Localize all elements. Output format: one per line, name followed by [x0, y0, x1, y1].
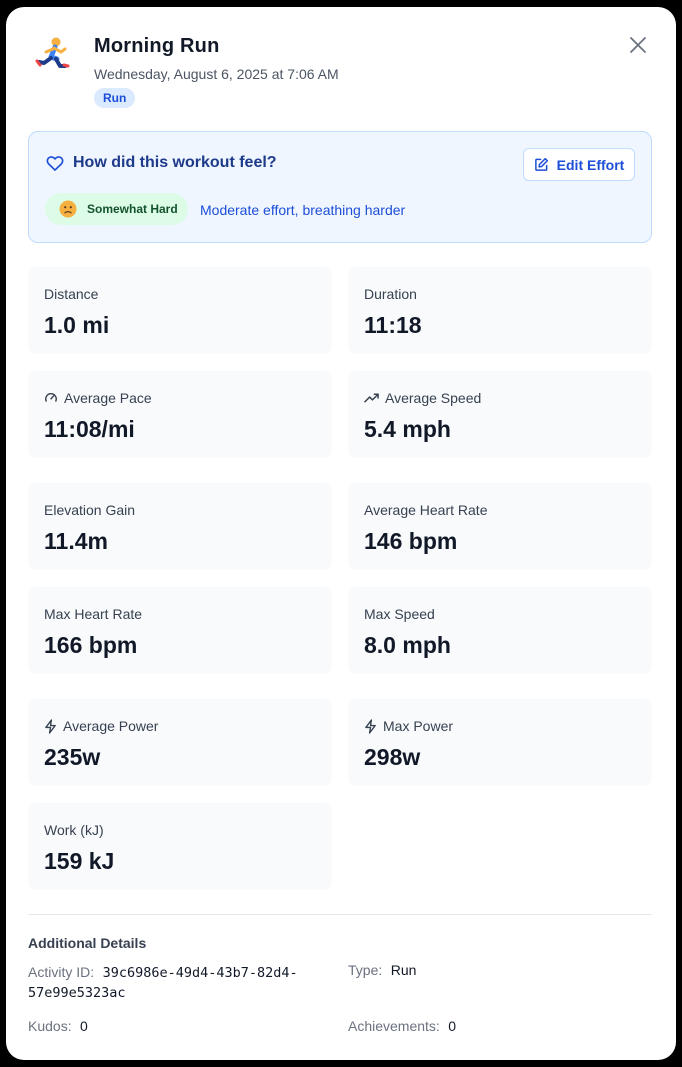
activity-type-badge: Run [94, 88, 136, 108]
activity-title: Morning Run [94, 35, 220, 57]
heart-icon [46, 156, 64, 171]
stat-label: Elevation Gain [44, 502, 136, 518]
stat-max-heart-rate: Max Heart Rate 166 bpm [28, 587, 332, 674]
stat-distance: Distance 1.0 mi [28, 267, 332, 354]
effort-panel: How did this workout feel? Edit Effort S… [28, 131, 652, 243]
additional-details-title: Additional Details [28, 935, 147, 951]
effort-question: How did this workout feel? [45, 153, 277, 173]
stat-value: 11:18 [364, 312, 422, 338]
effort-level-label: Somewhat Hard [87, 202, 178, 216]
detail-achievements: Achievements: 0 [348, 1018, 456, 1036]
effort-question-text: How did this workout feel? [73, 154, 277, 171]
stat-label-row: Average Speed [364, 390, 481, 406]
kudos-label: Kudos: [28, 1018, 72, 1034]
stat-duration: Duration 11:18 [348, 267, 652, 354]
stat-value: 1.0 mi [44, 312, 110, 338]
stat-average-speed: Average Speed 5.4 mph [348, 371, 652, 458]
trending-up-icon [364, 393, 379, 403]
activity-header: Morning Run Wednesday, August 6, 2025 at… [28, 31, 654, 121]
stat-value: 11:08/mi [44, 416, 135, 442]
stat-label: Average Speed [385, 390, 482, 406]
edit-effort-button[interactable]: Edit Effort [523, 148, 635, 181]
achievements-label: Achievements: [348, 1018, 440, 1034]
kudos-value: 0 [80, 1018, 88, 1034]
stat-label: Average Power [63, 718, 159, 734]
stat-value: 5.4 mph [364, 416, 451, 442]
stat-value: 8.0 mph [364, 632, 451, 658]
activity-id-value-line1: 39c6986e-49d4-43b7-82d4- [102, 965, 298, 981]
stat-label: Duration [364, 286, 417, 302]
stat-label-row: Max Power [364, 718, 453, 734]
stat-value: 235w [44, 744, 101, 770]
stat-label: Max Speed [364, 606, 435, 622]
stat-label: Average Heart Rate [364, 502, 488, 518]
activity-modal: Morning Run Wednesday, August 6, 2025 at… [6, 7, 676, 1060]
frowning-face-icon [59, 200, 77, 218]
stat-label: Distance [44, 286, 99, 302]
stat-label: Max Power [383, 718, 454, 734]
edit-icon [534, 157, 548, 171]
type-label: Type: [348, 962, 383, 978]
stat-value: 11.4m [44, 528, 108, 554]
detail-kudos: Kudos: 0 [28, 1018, 88, 1036]
effort-level-pill: Somewhat Hard [45, 193, 188, 225]
activity-id-value-line2: 57e99e5323ac [28, 985, 126, 1001]
stat-value: 298w [364, 744, 421, 770]
stat-label-row: Average Pace [44, 390, 152, 406]
stat-value: 159 kJ [44, 848, 115, 874]
lightning-icon [45, 718, 56, 734]
close-button[interactable] [626, 33, 650, 57]
close-icon [630, 37, 646, 53]
detail-activity-id: Activity ID: 39c6986e-49d4-43b7-82d4- 57… [28, 962, 328, 1003]
stat-label: Work (kJ) [44, 822, 104, 838]
activity-id-label: Activity ID: [28, 964, 95, 980]
lightning-icon [365, 718, 376, 734]
stat-max-power: Max Power 298w [348, 699, 652, 786]
section-divider [28, 914, 652, 915]
stat-label-row: Average Power [44, 718, 158, 734]
detail-type: Type: Run [348, 962, 416, 980]
edit-effort-label: Edit Effort [556, 156, 625, 173]
activity-datetime: Wednesday, August 6, 2025 at 7:06 AM [94, 66, 339, 82]
runner-icon [34, 35, 74, 75]
stat-max-speed: Max Speed 8.0 mph [348, 587, 652, 674]
stat-value: 146 bpm [364, 528, 458, 554]
stat-average-power: Average Power 235w [28, 699, 332, 786]
effort-description: Moderate effort, breathing harder [200, 202, 406, 218]
stat-value: 166 bpm [44, 632, 138, 658]
stat-label: Average Pace [64, 390, 152, 406]
stat-work: Work (kJ) 159 kJ [28, 803, 332, 890]
gauge-icon [45, 393, 57, 402]
achievements-value: 0 [448, 1018, 457, 1034]
stat-average-pace: Average Pace 11:08/mi [28, 371, 332, 458]
stat-average-heart-rate: Average Heart Rate 146 bpm [348, 483, 652, 570]
type-value: Run [390, 962, 417, 978]
stat-elevation-gain: Elevation Gain 11.4m [28, 483, 332, 570]
stat-label: Max Heart Rate [44, 606, 143, 622]
